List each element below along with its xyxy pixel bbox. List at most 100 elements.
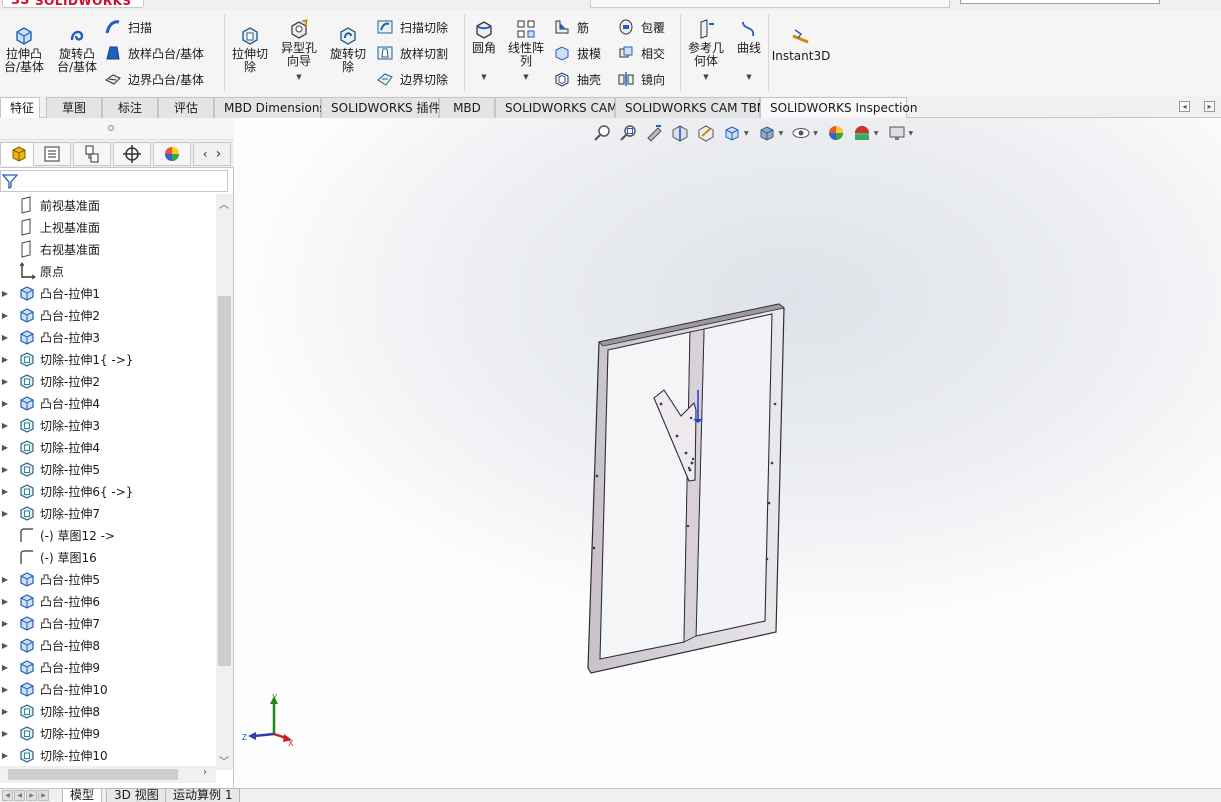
- hscroll-thumb[interactable]: [8, 769, 178, 780]
- boundary-cut-button[interactable]: 边界切除: [376, 68, 448, 90]
- tree-item[interactable]: 前视基准面: [0, 194, 216, 216]
- quick-access-toolbar[interactable]: [590, 0, 950, 8]
- tab-configuration-manager[interactable]: [73, 142, 111, 166]
- expand-arrow-icon[interactable]: ▶: [0, 421, 10, 430]
- curves-dropdown-icon[interactable]: ▼: [746, 71, 751, 84]
- fillet-dropdown-icon[interactable]: ▼: [481, 71, 486, 84]
- tree-item[interactable]: ▶ 凸台-拉伸7: [0, 612, 216, 634]
- tree-item[interactable]: ▶ 切除-拉伸4: [0, 436, 216, 458]
- expand-arrow-icon[interactable]: ▶: [0, 509, 10, 518]
- graphics-area[interactable]: ▼ ▼ ▼ ▼ ▼ Y Z X: [234, 118, 1221, 788]
- tree-item[interactable]: ▶ 切除-拉伸8: [0, 700, 216, 722]
- tree-item[interactable]: ▶ 凸台-拉伸1: [0, 282, 216, 304]
- tree-item[interactable]: ▶ 切除-拉伸2: [0, 370, 216, 392]
- expand-arrow-icon[interactable]: ▶: [0, 311, 10, 320]
- scroll-down-icon[interactable]: ﹀: [219, 753, 229, 768]
- instant3d-button[interactable]: Instant3D: [772, 26, 830, 63]
- tab-markup[interactable]: 标注: [102, 97, 158, 118]
- linear-pattern-dropdown-icon[interactable]: ▼: [523, 71, 528, 84]
- tree-item[interactable]: ▶ 切除-拉伸7: [0, 502, 216, 524]
- tab-3d-views[interactable]: 3D 视图: [106, 788, 167, 802]
- tab-scroll-left-icon[interactable]: ‹: [203, 147, 208, 161]
- lofted-cut-button[interactable]: 放样切割: [376, 42, 448, 64]
- expand-arrow-icon[interactable]: ▶: [0, 289, 10, 298]
- reference-geometry-dropdown-icon[interactable]: ▼: [703, 71, 708, 84]
- tab-model[interactable]: 模型: [62, 788, 103, 802]
- expand-arrow-icon[interactable]: ▶: [0, 377, 10, 386]
- rib-button[interactable]: 筋: [553, 16, 589, 38]
- tab-display-manager[interactable]: [153, 142, 191, 166]
- tab-property-manager[interactable]: [33, 142, 71, 166]
- tab-scroll-right-icon[interactable]: ›: [216, 146, 222, 162]
- expand-arrow-icon[interactable]: ▶: [0, 619, 10, 628]
- expand-arrow-icon[interactable]: ▶: [0, 399, 10, 408]
- tab-scroll-arrows[interactable]: ‹ ›: [193, 142, 231, 166]
- scroll-thumb[interactable]: [218, 296, 231, 666]
- tree-item[interactable]: 右视基准面: [0, 238, 216, 260]
- extrude-boss-button[interactable]: 拉伸凸 台/基体: [2, 24, 46, 74]
- tree-item[interactable]: ▶ 切除-拉伸9: [0, 722, 216, 744]
- tree-item[interactable]: (-) 草图16: [0, 546, 216, 568]
- tab-mbd-dimensions[interactable]: MBD Dimensions: [214, 97, 326, 118]
- tab-mbd[interactable]: MBD: [439, 97, 495, 118]
- revolve-boss-button[interactable]: 旋转凸 台/基体: [54, 24, 100, 74]
- search-box[interactable]: [960, 0, 1160, 4]
- curves-button[interactable]: 曲线 ▼: [732, 18, 766, 84]
- expand-arrow-icon[interactable]: ▶: [0, 355, 10, 364]
- tab-evaluate[interactable]: 评估: [158, 97, 214, 118]
- tree-item[interactable]: ▶ 凸台-拉伸6: [0, 590, 216, 612]
- tree-item[interactable]: ▶ 切除-拉伸3: [0, 414, 216, 436]
- tree-item[interactable]: ▶ 切除-拉伸1{ ->}: [0, 348, 216, 370]
- tree-filter-field[interactable]: [0, 170, 228, 192]
- tree-item[interactable]: ▶ 凸台-拉伸8: [0, 634, 216, 656]
- tab-solidworks-cam-tbm[interactable]: SOLIDWORKS CAM TBM: [615, 97, 767, 118]
- expand-arrow-icon[interactable]: ▶: [0, 333, 10, 342]
- expand-arrow-icon[interactable]: ▶: [0, 443, 10, 452]
- expand-arrow-icon[interactable]: ▶: [0, 465, 10, 474]
- expand-arrow-icon[interactable]: ▶: [0, 663, 10, 672]
- tab-features[interactable]: 特征: [0, 97, 40, 119]
- part-model[interactable]: [234, 118, 1221, 788]
- expand-arrow-icon[interactable]: ▶: [0, 685, 10, 694]
- solidworks-logo[interactable]: 3S SOLIDWORKS: [2, 0, 144, 8]
- expand-arrow-icon[interactable]: ▶: [0, 751, 10, 760]
- scroll-right-icon[interactable]: ›: [203, 767, 207, 778]
- hole-wizard-dropdown-icon[interactable]: ▼: [296, 71, 301, 84]
- first-tab-icon[interactable]: ◀: [2, 790, 13, 801]
- tree-item[interactable]: ▶ 凸台-拉伸5: [0, 568, 216, 590]
- reference-geometry-button[interactable]: 参考几 何体 ▼: [684, 18, 728, 84]
- tree-item[interactable]: (-) 草图12 ->: [0, 524, 216, 546]
- shell-button[interactable]: 抽壳: [553, 68, 601, 90]
- mirror-button[interactable]: 镜向: [617, 68, 665, 90]
- next-tab-icon[interactable]: ▶: [26, 790, 37, 801]
- draft-button[interactable]: 拔模: [553, 42, 601, 64]
- tab-solidworks-cam[interactable]: SOLIDWORKS CAM: [495, 97, 617, 118]
- last-tab-icon[interactable]: ▶: [38, 790, 49, 801]
- wrap-button[interactable]: 包覆: [617, 16, 665, 38]
- tree-item[interactable]: 原点: [0, 260, 216, 282]
- linear-pattern-button[interactable]: 线性阵 列 ▼: [504, 18, 548, 84]
- tab-dimxpert-manager[interactable]: [113, 142, 151, 166]
- expand-arrow-icon[interactable]: ▶: [0, 487, 10, 496]
- expand-arrow-icon[interactable]: ▶: [0, 641, 10, 650]
- expand-arrow-icon[interactable]: ▶: [0, 707, 10, 716]
- tree-item[interactable]: ▶ 切除-拉伸5: [0, 458, 216, 480]
- tree-item[interactable]: 上视基准面: [0, 216, 216, 238]
- tree-horizontal-scrollbar[interactable]: ›: [0, 766, 216, 783]
- prev-tab-icon[interactable]: ◀: [14, 790, 25, 801]
- expand-panel-icon[interactable]: ▸: [1204, 101, 1215, 112]
- expand-arrow-icon[interactable]: ▶: [0, 575, 10, 584]
- tree-item[interactable]: ▶ 凸台-拉伸2: [0, 304, 216, 326]
- tree-item[interactable]: ▶ 凸台-拉伸10: [0, 678, 216, 700]
- swept-cut-button[interactable]: 扫描切除: [376, 16, 448, 38]
- tree-item[interactable]: ▶ 凸台-拉伸3: [0, 326, 216, 348]
- tab-solidworks-addins[interactable]: SOLIDWORKS 插件: [321, 97, 440, 118]
- tab-motion-study[interactable]: 运动算例 1: [165, 788, 241, 802]
- tree-item[interactable]: ▶ 凸台-拉伸4: [0, 392, 216, 414]
- expand-arrow-icon[interactable]: ▶: [0, 597, 10, 606]
- scroll-up-icon[interactable]: ︿: [219, 196, 229, 211]
- tree-item[interactable]: ▶ 凸台-拉伸9: [0, 656, 216, 678]
- panel-grip[interactable]: [0, 118, 234, 140]
- expand-arrow-icon[interactable]: ▶: [0, 729, 10, 738]
- extrude-cut-button[interactable]: 拉伸切 除: [228, 24, 272, 74]
